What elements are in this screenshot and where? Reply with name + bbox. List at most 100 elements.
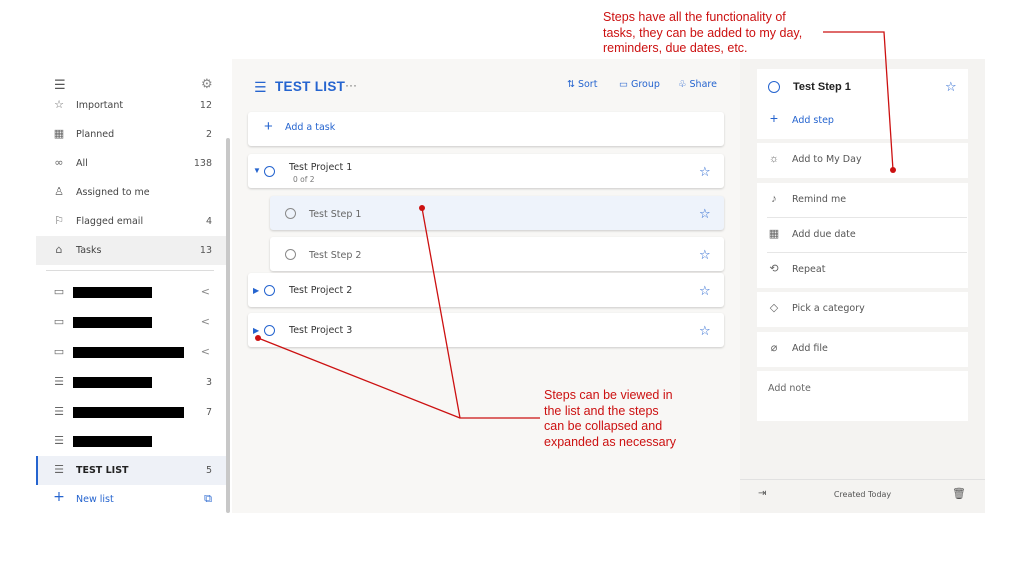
add-step-label: Add step <box>792 115 834 126</box>
share-button[interactable]: ♧ Share <box>678 79 717 90</box>
add-to-my-day-label: Add to My Day <box>792 154 862 165</box>
file-card[interactable]: ⌀ Add file <box>757 332 968 367</box>
chevron-left-icon[interactable]: < <box>201 345 210 358</box>
sidebar-item-important[interactable]: ☆ Important 12 <box>36 91 226 120</box>
sort-button[interactable]: ⇅ Sort <box>567 79 597 90</box>
add-due-date-button[interactable]: ▦ Add due date <box>757 218 968 253</box>
repeat-button[interactable]: ⟲ Repeat <box>757 253 968 288</box>
sidebar-list[interactable]: ☰ <box>36 427 226 456</box>
sidebar-group[interactable]: ▭ < <box>36 278 226 307</box>
star-icon[interactable]: ☆ <box>699 248 711 261</box>
add-task-input[interactable]: + Add a task <box>248 112 724 146</box>
star-icon: ☆ <box>54 98 64 111</box>
sidebar-group[interactable]: ▭ < <box>36 338 226 367</box>
complete-checkbox[interactable] <box>264 325 275 336</box>
detail-pane: Test Step 1 ☆ + Add step ☼ Add to My Day… <box>740 59 985 513</box>
redacted-label <box>73 377 152 388</box>
step-row-test-step-1[interactable]: Test Step 1 ☆ <box>270 196 724 230</box>
annotation-top: Steps have all the functionality of task… <box>603 10 802 57</box>
sidebar-list[interactable]: ☰ 7 <box>36 398 226 427</box>
sidebar: ☰ ⚙ ☆ Important 12 ▦ Planned 2 ∞ All 138… <box>36 70 232 513</box>
complete-checkbox[interactable] <box>264 285 275 296</box>
step-title: Test Step 1 <box>309 209 362 220</box>
star-icon[interactable]: ☆ <box>699 284 711 297</box>
sidebar-list[interactable]: ☰ 3 <box>36 368 226 397</box>
add-file-label: Add file <box>792 343 828 354</box>
task-row-test-project-3[interactable]: ▶ Test Project 3 ☆ <box>248 313 724 347</box>
chevron-left-icon[interactable]: < <box>201 315 210 328</box>
sidebar-item-count: 5 <box>205 465 212 476</box>
add-to-my-day-card[interactable]: ☼ Add to My Day <box>757 143 968 178</box>
annotation-line: the list and the steps <box>544 403 659 418</box>
sidebar-item-all[interactable]: ∞ All 138 <box>36 149 226 178</box>
sidebar-item-tasks[interactable]: ⌂ Tasks 13 <box>36 236 226 265</box>
task-row-test-project-1[interactable]: ▼ Test Project 1 0 of 2 ☆ <box>248 154 724 188</box>
sort-label: Sort <box>577 79 598 90</box>
task-title: Test Project 3 <box>289 325 353 336</box>
step-title-field[interactable]: Test Step 1 <box>793 81 851 93</box>
sidebar-group[interactable]: ▭ < <box>36 308 226 337</box>
plus-icon: + <box>53 489 65 505</box>
chevron-left-icon[interactable]: < <box>201 285 210 298</box>
sidebar-item-label: Planned <box>76 129 115 140</box>
complete-checkbox[interactable] <box>264 166 275 177</box>
annotation-line: Steps can be viewed in <box>544 388 673 402</box>
pick-category-button[interactable]: ◇ Pick a category <box>757 292 968 327</box>
sidebar-item-label: Flagged email <box>76 216 144 227</box>
annotation-line: Steps have all the functionality of <box>603 10 786 24</box>
sidebar-item-flagged-email[interactable]: ⚐ Flagged email 4 <box>36 207 226 236</box>
remind-me-label: Remind me <box>792 194 847 205</box>
add-file-button[interactable]: ⌀ Add file <box>757 332 968 367</box>
redacted-label <box>73 407 184 418</box>
sidebar-item-test-list[interactable]: ☰ TEST LIST 5 <box>36 456 226 485</box>
star-icon[interactable]: ☆ <box>699 324 711 337</box>
complete-checkbox[interactable] <box>768 81 780 93</box>
group-label: Group <box>630 79 660 90</box>
expand-toggle-icon[interactable]: ▶ <box>253 326 259 335</box>
redacted-label <box>73 317 152 328</box>
sidebar-item-planned[interactable]: ▦ Planned 2 <box>36 120 226 149</box>
created-status: Created Today <box>833 490 892 499</box>
task-row-test-project-2[interactable]: ▶ Test Project 2 ☆ <box>248 273 724 307</box>
complete-checkbox[interactable] <box>285 249 296 260</box>
remind-me-button[interactable]: ♪ Remind me <box>757 183 968 218</box>
add-to-my-day-button[interactable]: ☼ Add to My Day <box>757 143 968 178</box>
hamburger-menu-icon[interactable]: ☰ <box>54 78 66 91</box>
sort-icon: ⇅ <box>567 79 575 90</box>
more-options-button[interactable]: ··· <box>345 78 357 92</box>
star-icon[interactable]: ☆ <box>699 207 711 220</box>
step-title: Test Step 2 <box>309 250 362 261</box>
redacted-label <box>73 436 152 447</box>
trash-icon[interactable]: 🗑 <box>952 487 966 500</box>
annotation-line: tasks, they can be added to my day, <box>603 25 803 40</box>
add-step-button[interactable]: + Add step <box>757 104 968 139</box>
plus-icon: + <box>769 110 779 126</box>
sidebar-scrollbar[interactable] <box>226 138 230 513</box>
star-icon[interactable]: ☆ <box>699 165 711 178</box>
redacted-label <box>73 287 152 298</box>
sun-icon: ☼ <box>768 153 780 165</box>
repeat-label: Repeat <box>792 264 826 275</box>
group-button[interactable]: ▭ Group <box>619 79 660 90</box>
new-list-button[interactable]: + New list ⧉ <box>36 485 226 514</box>
repeat-icon: ⟲ <box>769 263 779 275</box>
schedule-card: ♪ Remind me ▦ Add due date ⟲ Repeat <box>757 183 968 288</box>
infinity-icon: ∞ <box>54 156 64 169</box>
annotation-line: expanded as necessary <box>544 434 677 449</box>
step-progress: 0 of 2 <box>293 175 315 184</box>
star-icon[interactable]: ☆ <box>945 80 957 93</box>
settings-gear-icon[interactable]: ⚙ <box>201 77 213 90</box>
expand-toggle-icon[interactable]: ▶ <box>253 286 259 295</box>
bell-icon: ♪ <box>771 193 777 205</box>
task-title: Test Project 1 <box>289 162 353 173</box>
sidebar-item-assigned[interactable]: ♙ Assigned to me <box>36 178 226 207</box>
list-icon: ☰ <box>54 405 64 418</box>
calendar-icon: ▦ <box>768 228 780 240</box>
add-note-field[interactable]: Add note <box>757 371 968 421</box>
complete-checkbox[interactable] <box>285 208 296 219</box>
list-icon: ☰ <box>54 375 64 388</box>
collapse-toggle-icon[interactable]: ▼ <box>253 166 261 175</box>
step-row-test-step-2[interactable]: Test Step 2 ☆ <box>270 237 724 271</box>
new-group-icon[interactable]: ⧉ <box>204 492 212 506</box>
category-card[interactable]: ◇ Pick a category <box>757 292 968 327</box>
